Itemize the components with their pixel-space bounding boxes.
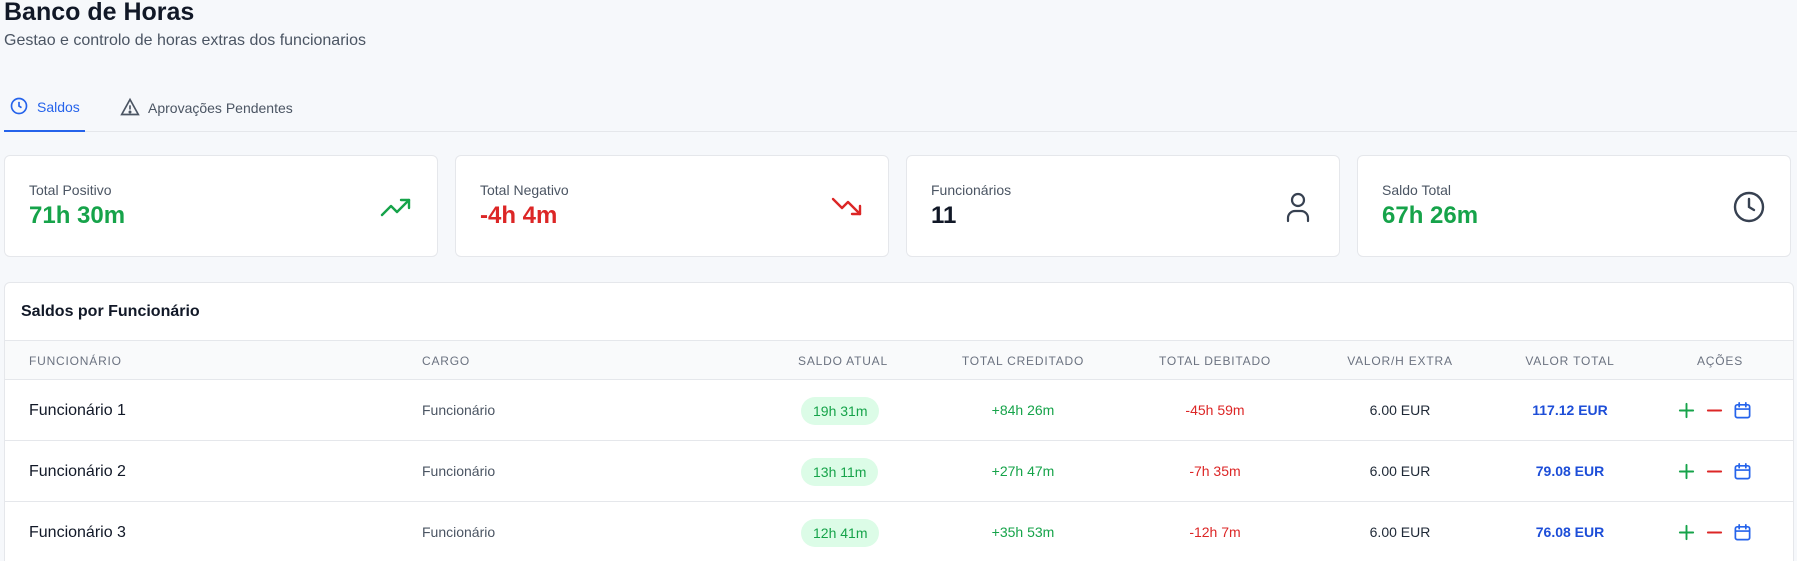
- row-actions: [1677, 460, 1752, 482]
- tab-aprovacoes-pendentes[interactable]: Aprovações Pendentes: [120, 84, 293, 132]
- column-header-total-debitado: TOTAL DEBITADO: [1158, 354, 1272, 368]
- column-header-valor-h-extra: VALOR/H EXTRA: [1347, 354, 1453, 368]
- tab-bar: Saldos Aprovações Pendentes: [4, 84, 1797, 132]
- plus-icon[interactable]: [1677, 521, 1696, 543]
- calendar-icon[interactable]: [1733, 460, 1752, 482]
- total-credited: +84h 26m: [991, 402, 1055, 418]
- total-credited: +27h 47m: [991, 463, 1055, 479]
- tab-label: Aprovações Pendentes: [148, 100, 293, 116]
- stat-card-total-positivo: Total Positivo 71h 30m: [4, 155, 438, 257]
- total-debited: -45h 59m: [1185, 402, 1245, 418]
- stat-label: Saldo Total: [1382, 182, 1452, 198]
- hourly-rate: 6.00 EUR: [1369, 402, 1431, 418]
- row-actions: [1677, 521, 1752, 543]
- trending-down-icon: [830, 190, 864, 224]
- column-header-cargo: CARGO: [422, 354, 471, 368]
- column-header-valor-total: VALOR TOTAL: [1525, 354, 1615, 368]
- clock-icon: [1732, 190, 1766, 224]
- page-subtitle: Gestao e controlo de horas extras dos fu…: [4, 32, 366, 49]
- table-row: Funcionário 3 Funcionário 12h 41m +35h 5…: [5, 502, 1793, 561]
- stat-value: 67h 26m: [1382, 202, 1479, 229]
- total-debited: -7h 35m: [1189, 463, 1241, 479]
- employee-name: Funcionário 2: [29, 463, 126, 480]
- total-value: 117.12 EUR: [1532, 402, 1608, 418]
- minus-icon[interactable]: [1705, 460, 1724, 482]
- tab-label: Saldos: [37, 99, 80, 115]
- minus-icon[interactable]: [1705, 399, 1724, 421]
- panel-title: Saldos por Funcionário: [21, 303, 200, 320]
- column-header-acoes: AÇÕES: [1696, 354, 1743, 368]
- table-header: FUNCIONÁRIO CARGO SALDO ATUAL TOTAL CRED…: [5, 340, 1793, 380]
- trending-up-icon: [379, 190, 413, 224]
- column-header-funcionario: FUNCIONÁRIO: [29, 354, 122, 368]
- page-title: Banco de Horas: [4, 0, 195, 26]
- plus-icon[interactable]: [1677, 460, 1696, 482]
- stat-value: 71h 30m: [29, 202, 126, 229]
- calendar-icon[interactable]: [1733, 521, 1752, 543]
- table-row: Funcionário 1 Funcionário 19h 31m +84h 2…: [5, 380, 1793, 441]
- stat-label: Total Positivo: [29, 182, 112, 198]
- minus-icon[interactable]: [1705, 521, 1724, 543]
- stat-label: Funcionários: [931, 182, 1012, 198]
- total-value: 76.08 EUR: [1535, 524, 1605, 540]
- tab-saldos[interactable]: Saldos: [4, 84, 85, 132]
- stat-card-saldo-total: Saldo Total 67h 26m: [1357, 155, 1791, 257]
- table-row: Funcionário 2 Funcionário 13h 11m +27h 4…: [5, 441, 1793, 502]
- employee-name: Funcionário 1: [29, 402, 126, 419]
- total-debited: -12h 7m: [1189, 524, 1241, 540]
- column-header-saldo-atual: SALDO ATUAL: [798, 354, 888, 368]
- saldo-badge: 19h 31m: [801, 397, 880, 425]
- clock-icon: [9, 96, 29, 119]
- calendar-icon[interactable]: [1733, 399, 1752, 421]
- alert-triangle-icon: [120, 97, 140, 120]
- stat-label: Total Negativo: [480, 182, 569, 198]
- stat-card-total-negativo: Total Negativo -4h 4m: [455, 155, 889, 257]
- stat-value: -4h 4m: [480, 202, 558, 229]
- hourly-rate: 6.00 EUR: [1369, 524, 1431, 540]
- employee-role: Funcionário: [422, 524, 496, 540]
- plus-icon[interactable]: [1677, 399, 1696, 421]
- saldos-table-panel: Saldos por Funcionário FUNCIONÁRIO CARGO…: [4, 282, 1794, 561]
- total-credited: +35h 53m: [991, 524, 1055, 540]
- row-actions: [1677, 399, 1752, 421]
- saldo-badge: 13h 11m: [801, 458, 879, 486]
- hourly-rate: 6.00 EUR: [1369, 463, 1431, 479]
- employee-role: Funcionário: [422, 463, 496, 479]
- total-value: 79.08 EUR: [1535, 463, 1605, 479]
- stat-card-funcionarios: Funcionários 11: [906, 155, 1340, 257]
- stat-value: 11: [931, 202, 957, 229]
- column-header-total-creditado: TOTAL CREDITADO: [961, 354, 1085, 368]
- employee-role: Funcionário: [422, 402, 496, 418]
- employee-name: Funcionário 3: [29, 524, 126, 541]
- user-icon: [1281, 190, 1315, 224]
- saldo-badge: 12h 41m: [801, 519, 880, 547]
